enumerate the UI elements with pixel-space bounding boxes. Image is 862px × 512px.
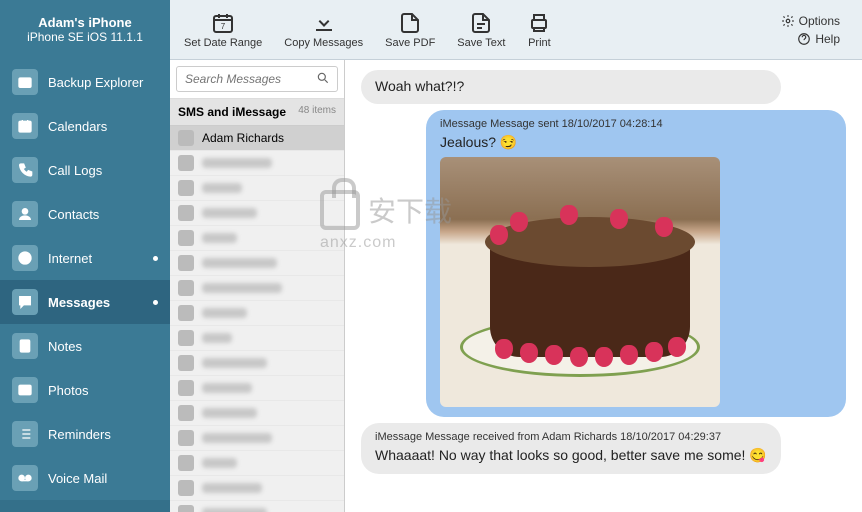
sidebar-item-internet[interactable]: Internet — [0, 236, 170, 280]
avatar-icon — [178, 455, 194, 471]
avatar-icon — [178, 405, 194, 421]
message-received: Woah what?!? — [361, 70, 781, 104]
phone-icon — [12, 157, 38, 183]
calendar-icon — [12, 113, 38, 139]
sidebar: Backup ExplorerCalendarsCall LogsContact… — [0, 60, 170, 512]
print-icon — [527, 11, 551, 35]
sidebar-item-reminders[interactable]: Reminders — [0, 412, 170, 456]
list-icon — [12, 421, 38, 447]
sidebar-item-photos[interactable]: Photos — [0, 368, 170, 412]
search-input[interactable] — [176, 66, 338, 92]
contact-pane: SMS and iMessage 48 items Adam Richards — [170, 60, 345, 512]
avatar-icon — [178, 130, 194, 146]
device-info: Adam's iPhone iPhone SE iOS 11.1.1 — [0, 0, 170, 60]
avatar-icon — [178, 280, 194, 296]
message-sent: iMessage Message sent 18/10/2017 04:28:1… — [426, 110, 846, 417]
device-model: iPhone SE iOS 11.1.1 — [27, 30, 143, 44]
contact-row[interactable] — [170, 426, 344, 451]
contact-row[interactable] — [170, 301, 344, 326]
contact-list-header: SMS and iMessage 48 items — [170, 99, 344, 126]
sidebar-item-voice-mail[interactable]: Voice Mail — [0, 456, 170, 500]
search-wrap — [170, 60, 344, 99]
save-pdf-button[interactable]: Save PDF — [379, 7, 441, 53]
contact-row[interactable] — [170, 226, 344, 251]
help-button[interactable]: Help — [781, 32, 840, 46]
sidebar-item-contacts[interactable]: Contacts — [0, 192, 170, 236]
note-icon — [12, 333, 38, 359]
folder-icon — [12, 69, 38, 95]
topbar: Adam's iPhone iPhone SE iOS 11.1.1 7 Set… — [0, 0, 862, 60]
text-file-icon — [469, 11, 493, 35]
avatar-icon — [178, 155, 194, 171]
voicemail-icon — [12, 465, 38, 491]
sidebar-item-messages[interactable]: Messages — [0, 280, 170, 324]
indicator-dot — [153, 300, 158, 305]
contact-row[interactable] — [170, 401, 344, 426]
avatar-icon — [178, 205, 194, 221]
chat-pane[interactable]: Woah what?!? iMessage Message sent 18/10… — [345, 60, 862, 512]
sidebar-item-backup-explorer[interactable]: Backup Explorer — [0, 60, 170, 104]
contact-list[interactable]: Adam Richards — [170, 126, 344, 512]
contacts-icon — [12, 201, 38, 227]
indicator-dot — [153, 256, 158, 261]
svg-text:7: 7 — [221, 22, 226, 31]
avatar-icon — [178, 355, 194, 371]
help-icon — [797, 32, 811, 46]
print-button[interactable]: Print — [521, 7, 557, 53]
sidebar-item-call-logs[interactable]: Call Logs — [0, 148, 170, 192]
change-backup-button[interactable]: Change Backup — [0, 500, 170, 512]
attached-image[interactable] — [440, 157, 720, 407]
avatar-icon — [178, 430, 194, 446]
contact-row[interactable]: Adam Richards — [170, 126, 344, 151]
contact-row[interactable] — [170, 251, 344, 276]
photo-icon — [12, 377, 38, 403]
top-right-menu: Options Help — [781, 14, 854, 46]
contact-row[interactable] — [170, 451, 344, 476]
device-name: Adam's iPhone — [38, 15, 131, 30]
contact-row[interactable] — [170, 176, 344, 201]
contact-row[interactable] — [170, 501, 344, 512]
contact-row[interactable] — [170, 476, 344, 501]
toolbar: 7 Set Date Range Copy Messages Save PDF … — [170, 7, 862, 53]
options-button[interactable]: Options — [781, 14, 840, 28]
gear-icon — [781, 14, 795, 28]
download-icon — [312, 11, 336, 35]
message-received: iMessage Message received from Adam Rich… — [361, 423, 781, 474]
avatar-icon — [178, 230, 194, 246]
contact-row[interactable] — [170, 276, 344, 301]
avatar-icon — [178, 305, 194, 321]
contact-row[interactable] — [170, 326, 344, 351]
avatar-icon — [178, 480, 194, 496]
contact-row[interactable] — [170, 351, 344, 376]
pdf-icon — [398, 11, 422, 35]
sidebar-item-notes[interactable]: Notes — [0, 324, 170, 368]
avatar-icon — [178, 255, 194, 271]
set-date-range-button[interactable]: 7 Set Date Range — [178, 7, 268, 53]
contact-row[interactable] — [170, 151, 344, 176]
chat-icon — [12, 289, 38, 315]
save-text-button[interactable]: Save Text — [451, 7, 511, 53]
sidebar-item-calendars[interactable]: Calendars — [0, 104, 170, 148]
avatar-icon — [178, 180, 194, 196]
contact-row[interactable] — [170, 201, 344, 226]
calendar-icon: 7 — [211, 11, 235, 35]
avatar-icon — [178, 380, 194, 396]
copy-messages-button[interactable]: Copy Messages — [278, 7, 369, 53]
main: Backup ExplorerCalendarsCall LogsContact… — [0, 60, 862, 512]
avatar-icon — [178, 505, 194, 512]
avatar-icon — [178, 330, 194, 346]
globe-icon — [12, 245, 38, 271]
search-icon — [316, 71, 330, 85]
contact-row[interactable] — [170, 376, 344, 401]
